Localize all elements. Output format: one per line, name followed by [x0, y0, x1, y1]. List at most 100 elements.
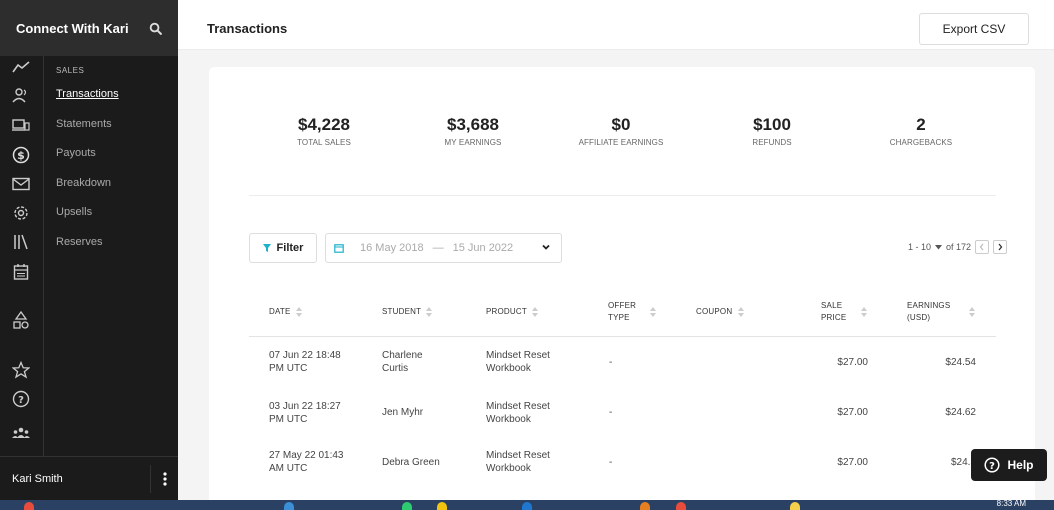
next-page-button[interactable]: [993, 240, 1007, 254]
settings-icon[interactable]: [10, 202, 32, 224]
column-header-label: EARNINGS: [907, 301, 951, 310]
date-range-picker[interactable]: 16 May 2018 — 15 Jun 2022: [325, 233, 562, 263]
stat-value: $0: [611, 115, 631, 134]
app-icon[interactable]: [640, 502, 650, 510]
help-circle-icon: ?: [984, 457, 1001, 473]
app-icon[interactable]: [402, 502, 412, 510]
dollar-icon[interactable]: $: [10, 144, 32, 166]
divider: [249, 195, 996, 196]
svg-text:?: ?: [990, 461, 996, 472]
sort-icon: [295, 306, 302, 317]
column-header-student[interactable]: STUDENT: [382, 306, 433, 318]
stat-chargebacks: 2 CHARGEBACKS: [846, 115, 996, 147]
cell-offer-type: -: [609, 457, 613, 468]
cell-student-line2: Curtis: [382, 363, 409, 374]
help-circle-icon[interactable]: ?: [10, 388, 32, 410]
cell-sale-price: $27.00: [837, 357, 868, 368]
calendar-icon[interactable]: [10, 261, 32, 283]
devices-icon[interactable]: [10, 114, 32, 136]
app-icon[interactable]: [676, 502, 686, 510]
column-header-product[interactable]: PRODUCT: [486, 306, 539, 318]
app-icon[interactable]: [437, 502, 447, 510]
sidebar-item-breakdown[interactable]: Breakdown: [56, 176, 119, 206]
column-header-label: OFFER: [608, 301, 637, 310]
cell-date-line1: 07 Jun 22 18:48: [269, 350, 341, 361]
cell-product: Mindset Reset Workbook: [486, 349, 550, 375]
cell-product-line1: Mindset Reset: [486, 401, 550, 412]
cell-product-line1: Mindset Reset: [486, 350, 550, 361]
date-start: 16 May 2018: [360, 242, 424, 254]
sidebar-nav: SALES Transactions Statements Payouts Br…: [56, 66, 119, 265]
sort-icon: [426, 306, 433, 317]
cell-product: Mindset Reset Workbook: [486, 449, 550, 475]
stat-value: $4,228: [298, 115, 350, 134]
svg-text:?: ?: [18, 395, 24, 406]
cell-student-line1: Debra Green: [382, 457, 440, 468]
export-csv-button[interactable]: Export CSV: [919, 13, 1029, 45]
stat-label: TOTAL SALES: [297, 138, 351, 147]
sidebar-item-payouts[interactable]: Payouts: [56, 146, 119, 176]
column-header-earnings[interactable]: EARNINGS (USD): [907, 300, 975, 324]
column-header-label: COUPON: [696, 307, 733, 316]
caret-down-icon[interactable]: [934, 244, 942, 251]
nav-section-title: SALES: [56, 66, 85, 75]
shapes-icon[interactable]: [10, 309, 32, 331]
cell-date-line1: 03 Jun 22 18:27: [269, 401, 341, 412]
column-header-offer-type[interactable]: OFFER TYPE: [608, 300, 656, 324]
people-icon[interactable]: [10, 85, 32, 107]
column-header-label: PRODUCT: [486, 307, 527, 316]
help-button[interactable]: ? Help: [971, 449, 1047, 481]
column-header-label-line2: (USD): [907, 313, 931, 322]
cell-product: Mindset Reset Workbook: [486, 400, 550, 426]
column-header-date[interactable]: DATE: [269, 306, 302, 318]
analytics-icon[interactable]: [10, 56, 32, 78]
transactions-card: $4,228 TOTAL SALES $3,688 MY EARNINGS $0…: [209, 67, 1035, 507]
kebab-menu-icon[interactable]: [150, 465, 178, 493]
app-icon[interactable]: [284, 502, 294, 510]
library-icon[interactable]: [10, 231, 32, 253]
help-label: Help: [1007, 458, 1034, 472]
column-header-label-line2: TYPE: [608, 313, 630, 322]
column-header-label: STUDENT: [382, 307, 422, 316]
app-icon[interactable]: [522, 502, 532, 510]
sidebar-item-upsells[interactable]: Upsells: [56, 205, 119, 235]
table-header-divider: [249, 336, 996, 337]
column-header-sale-price[interactable]: SALE PRICE: [821, 300, 867, 324]
cell-date-line2: PM UTC: [269, 363, 308, 374]
sidebar-item-reserves[interactable]: Reserves: [56, 235, 119, 265]
cell-earnings: $24.5: [950, 457, 976, 468]
taskbar-clock[interactable]: 8:33 AM: [997, 499, 1026, 508]
stat-value: $100: [753, 115, 791, 134]
start-icon[interactable]: [24, 502, 34, 510]
os-taskbar: 8:33 AM: [0, 499, 1054, 510]
cell-sale-price: $27.00: [837, 407, 868, 418]
page-range[interactable]: 1 - 10: [908, 242, 931, 252]
cell-product-line2: Workbook: [486, 414, 531, 425]
svg-text:$: $: [17, 149, 25, 162]
cell-earnings: $24.62: [945, 407, 976, 418]
filter-button[interactable]: Filter: [249, 233, 317, 263]
cell-date-line2: PM UTC: [269, 414, 308, 425]
search-icon[interactable]: [146, 19, 164, 37]
cell-date: 27 May 22 01:43 AM UTC: [269, 449, 344, 475]
page-total: of 172: [945, 242, 971, 252]
column-header-label: DATE: [269, 307, 291, 316]
mail-icon[interactable]: [10, 173, 32, 195]
sidebar-item-statements[interactable]: Statements: [56, 117, 119, 147]
cell-date: 07 Jun 22 18:48 PM UTC: [269, 349, 341, 375]
stat-refunds: $100 REFUNDS: [697, 115, 847, 147]
cell-date-line2: AM UTC: [269, 463, 308, 474]
sort-icon: [737, 306, 744, 317]
page-title: Transactions: [207, 21, 288, 36]
cell-offer-type: -: [609, 357, 613, 368]
community-icon[interactable]: [10, 422, 32, 444]
chevron-down-icon: [542, 244, 550, 250]
sidebar-item-transactions[interactable]: Transactions: [56, 87, 119, 117]
app-icon[interactable]: [790, 502, 800, 510]
column-header-label: SALE: [821, 301, 843, 310]
user-name[interactable]: Kari Smith: [12, 473, 63, 485]
prev-page-button[interactable]: [975, 240, 989, 254]
star-icon[interactable]: [10, 359, 32, 381]
column-header-coupon[interactable]: COUPON: [696, 306, 744, 318]
stat-total-sales: $4,228 TOTAL SALES: [249, 115, 399, 147]
